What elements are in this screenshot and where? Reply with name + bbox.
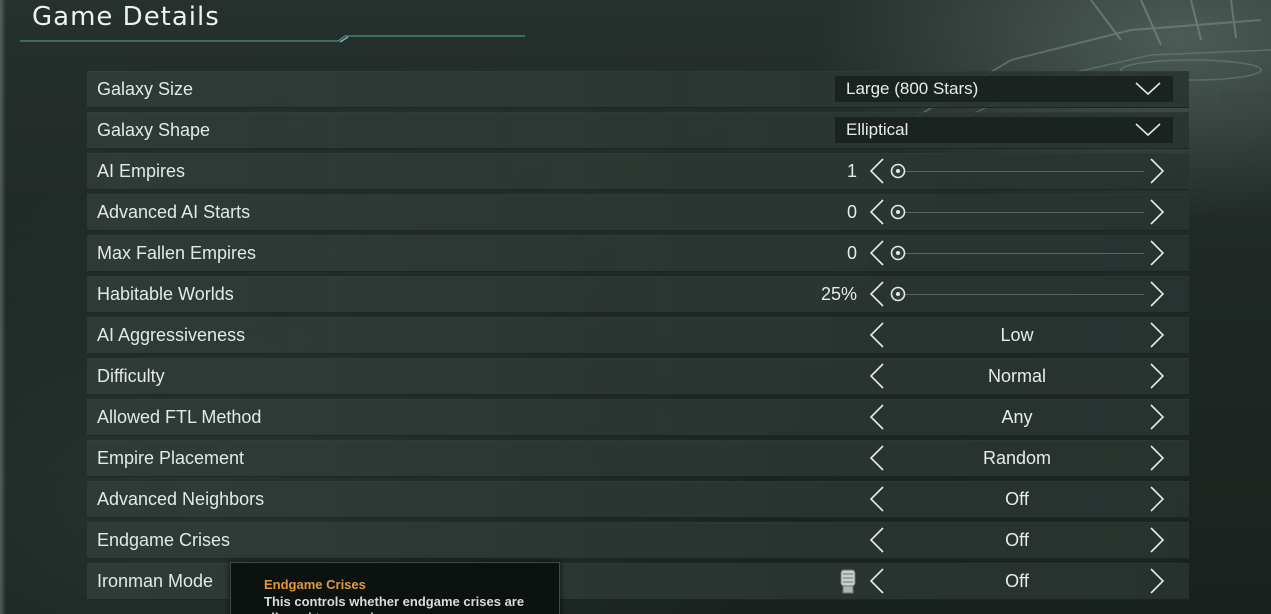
setting-row-advanced-neighbors: Advanced Neighbors Off	[87, 481, 1189, 518]
arrow-right-icon[interactable]	[1148, 198, 1166, 226]
slider-knob-icon[interactable]	[890, 163, 906, 179]
setting-row-advanced-ai-starts: Advanced AI Starts 0	[87, 194, 1189, 231]
setting-label: Empire Placement	[97, 448, 245, 468]
arrow-right-icon[interactable]	[1148, 444, 1166, 472]
slider-track[interactable]	[897, 294, 1144, 295]
arrow-left-icon[interactable]	[868, 444, 886, 472]
setting-row-ai-empires: AI Empires 1	[87, 153, 1189, 190]
arrow-right-icon[interactable]	[1148, 526, 1166, 554]
arrow-left-icon[interactable]	[868, 403, 886, 431]
setting-label: Ironman Mode	[97, 571, 214, 591]
slider-track[interactable]	[897, 171, 1144, 172]
setting-row-galaxy-shape: Galaxy Shape Elliptical	[87, 112, 1189, 149]
arrow-right-icon[interactable]	[1148, 567, 1166, 595]
dropdown-value: Elliptical	[846, 120, 909, 139]
title-underline	[20, 35, 525, 43]
slider-knob-icon[interactable]	[890, 245, 906, 261]
setting-row-endgame-crises: Endgame Crises Off	[87, 522, 1189, 559]
option-value: Off	[1005, 489, 1029, 509]
slider-value: 25%	[820, 284, 857, 304]
dropdown-value: Large (800 Stars)	[846, 79, 979, 98]
setting-label: Difficulty	[97, 366, 165, 386]
slider-track[interactable]	[897, 253, 1144, 254]
setting-row-empire-placement: Empire Placement Random	[87, 440, 1189, 477]
endgame-crises-tooltip: Endgame Crises This controls whether end…	[230, 562, 560, 614]
slider-value: 0	[846, 202, 857, 222]
left-edge-glow	[0, 0, 6, 614]
arrow-right-icon[interactable]	[1148, 239, 1166, 267]
slider-knob-icon[interactable]	[890, 204, 906, 220]
game-settings-list: Galaxy Size Large (800 Stars) Galaxy Sha…	[87, 71, 1189, 604]
ironman-fist-icon	[840, 569, 856, 594]
slider-track[interactable]	[897, 212, 1144, 213]
arrow-right-icon[interactable]	[1148, 485, 1166, 513]
arrow-left-icon[interactable]	[868, 198, 886, 226]
option-value: Random	[982, 448, 1052, 468]
arrow-left-icon[interactable]	[868, 362, 886, 390]
setting-label: Advanced AI Starts	[97, 202, 251, 222]
page-title: Game Details	[32, 2, 220, 32]
galaxy-shape-dropdown[interactable]: Elliptical	[835, 117, 1173, 143]
arrow-left-icon[interactable]	[868, 485, 886, 513]
option-value: Low	[1000, 325, 1034, 345]
option-value: Any	[1001, 407, 1033, 427]
arrow-left-icon[interactable]	[868, 526, 886, 554]
tooltip-title: Endgame Crises	[264, 577, 366, 592]
arrow-right-icon[interactable]	[1148, 321, 1166, 349]
slider-value: 0	[846, 243, 857, 263]
setting-label: Habitable Worlds	[97, 284, 234, 304]
option-value: Off	[1005, 530, 1029, 550]
slider-value: 1	[846, 161, 857, 181]
setting-label: AI Empires	[97, 161, 186, 181]
setting-label: Galaxy Shape	[97, 120, 211, 140]
arrow-right-icon[interactable]	[1148, 280, 1166, 308]
arrow-left-icon[interactable]	[868, 567, 886, 595]
arrow-right-icon[interactable]	[1148, 403, 1166, 431]
setting-label: AI Aggressiveness	[97, 325, 246, 345]
arrow-left-icon[interactable]	[868, 239, 886, 267]
chevron-down-icon	[1135, 123, 1161, 137]
tooltip-body: This controls whether endgame crises are…	[264, 594, 525, 614]
setting-label: Max Fallen Empires	[97, 243, 257, 263]
setting-row-max-fallen-empires: Max Fallen Empires 0	[87, 235, 1189, 272]
setting-label: Endgame Crises	[97, 530, 231, 550]
option-value: Normal	[987, 366, 1046, 386]
setting-row-difficulty: Difficulty Normal	[87, 358, 1189, 395]
setting-label: Allowed FTL Method	[97, 407, 262, 427]
chevron-down-icon	[1135, 82, 1161, 96]
arrow-right-icon[interactable]	[1148, 157, 1166, 185]
setting-label: Galaxy Size	[97, 79, 194, 99]
arrow-left-icon[interactable]	[868, 157, 886, 185]
arrow-right-icon[interactable]	[1148, 362, 1166, 390]
setting-row-allowed-ftl-method: Allowed FTL Method Any	[87, 399, 1189, 436]
arrow-left-icon[interactable]	[868, 321, 886, 349]
galaxy-size-dropdown[interactable]: Large (800 Stars)	[835, 76, 1173, 102]
arrow-left-icon[interactable]	[868, 280, 886, 308]
slider-knob-icon[interactable]	[890, 286, 906, 302]
option-value: Off	[1005, 571, 1029, 591]
setting-row-habitable-worlds: Habitable Worlds 25%	[87, 276, 1189, 313]
setting-row-ai-aggressiveness: AI Aggressiveness Low	[87, 317, 1189, 354]
setting-row-galaxy-size: Galaxy Size Large (800 Stars)	[87, 71, 1189, 108]
setting-label: Advanced Neighbors	[97, 489, 265, 509]
